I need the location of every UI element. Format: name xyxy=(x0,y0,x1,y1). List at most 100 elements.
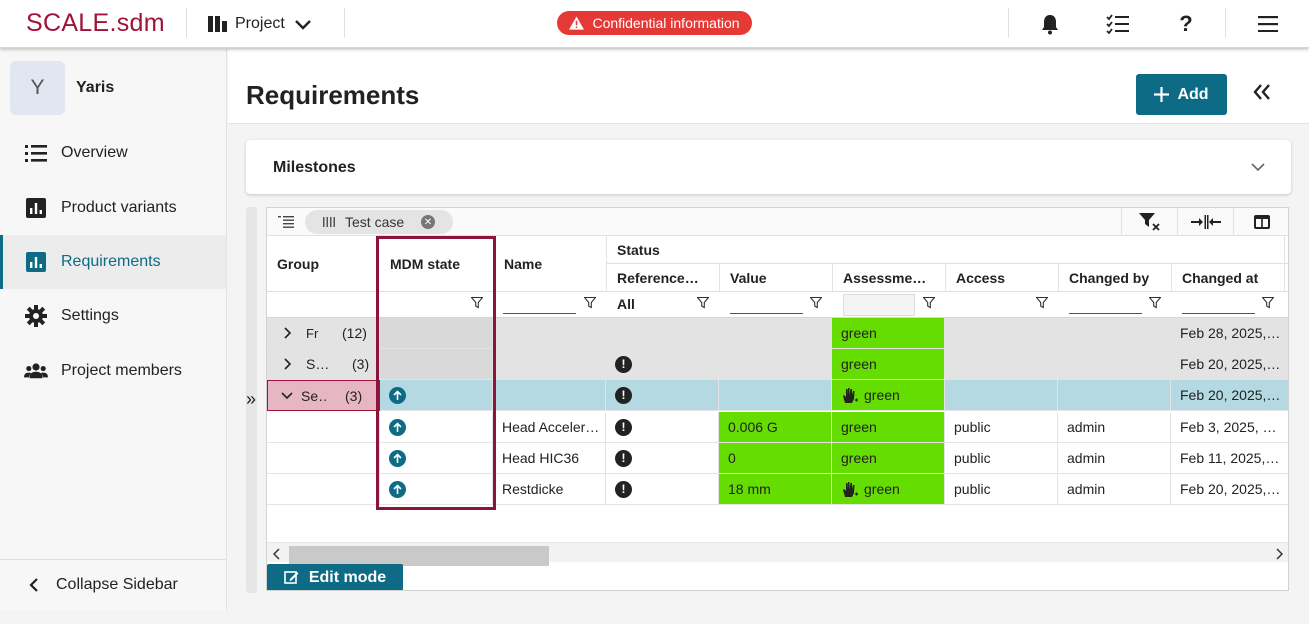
scrollbar-thumb[interactable] xyxy=(289,546,549,566)
assessment-label: green xyxy=(864,481,900,497)
collapse-panel-icon[interactable] xyxy=(1252,82,1272,102)
filter-icon[interactable] xyxy=(1036,297,1048,309)
access-cell: public xyxy=(945,412,1058,443)
filter-icon[interactable] xyxy=(923,297,935,309)
tasks-button[interactable] xyxy=(1105,11,1131,37)
assessment-cell: green xyxy=(832,380,945,411)
main-menu-button[interactable] xyxy=(1255,11,1281,37)
assessment-filter-select[interactable] xyxy=(843,294,915,316)
edit-mode-label: Edit mode xyxy=(308,568,387,586)
changed-by-cell: admin xyxy=(1058,443,1171,474)
sidebar-item-overview[interactable]: Overview xyxy=(0,126,226,180)
filter-icon[interactable] xyxy=(810,297,822,309)
bar-chart-icon xyxy=(24,196,48,220)
scroll-left-icon[interactable] xyxy=(273,548,281,560)
divider xyxy=(1008,8,1009,38)
value-filter-input[interactable] xyxy=(730,313,803,314)
changed-at-cell: Feb 3, 2025, … xyxy=(1171,412,1288,443)
column-header-value[interactable]: Value xyxy=(730,270,767,286)
autosize-columns-button[interactable] xyxy=(1177,208,1233,236)
add-button[interactable]: Add xyxy=(1136,74,1227,115)
collapse-sidebar-button[interactable]: Collapse Sidebar xyxy=(0,559,226,609)
sidebar-item-label: Project members xyxy=(61,362,182,379)
changed-at-cell: Feb 20, 2025,… xyxy=(1171,474,1288,505)
sidebar-item-product-variants[interactable]: Product variants xyxy=(0,181,226,235)
chevron-left-icon xyxy=(29,577,38,592)
filter-icon[interactable] xyxy=(1149,297,1161,309)
column-header-mdm-state[interactable]: MDM state xyxy=(390,256,460,272)
assessment-cell: green xyxy=(832,474,945,505)
changed-at-filter-input[interactable] xyxy=(1182,313,1255,314)
divider xyxy=(186,8,187,38)
exclamation-icon: ! xyxy=(615,449,632,467)
header-divider xyxy=(606,236,607,292)
mdm-state-cell xyxy=(380,318,493,349)
requirements-grid: Test case ✕ Group MDM state Name Status … xyxy=(266,207,1289,591)
gear-icon xyxy=(24,304,48,328)
divider xyxy=(1225,8,1226,38)
group-cell xyxy=(267,443,380,474)
filter-icon[interactable] xyxy=(1262,297,1274,309)
chevron-down-icon[interactable] xyxy=(281,391,293,401)
chevron-right-icon[interactable] xyxy=(282,327,292,339)
assessment-cell: green xyxy=(832,412,945,443)
sidebar-item-label: Overview xyxy=(61,144,128,161)
filter-icon[interactable] xyxy=(471,297,483,309)
column-header-changed-by[interactable]: Changed by xyxy=(1069,270,1149,286)
mdm-state-cell xyxy=(380,349,493,380)
header-divider xyxy=(1171,264,1172,292)
column-header-assessment[interactable]: Assessme… xyxy=(843,270,943,286)
menu-icon xyxy=(1258,16,1278,32)
horizontal-scrollbar[interactable] xyxy=(267,542,1288,566)
header-divider xyxy=(493,236,494,292)
group-cell: S… (3) xyxy=(267,349,380,380)
mdm-state-cell xyxy=(380,380,493,411)
column-header-group[interactable]: Group xyxy=(277,256,319,272)
sidebar-item-requirements[interactable]: Requirements xyxy=(0,235,226,289)
sidebar-item-project-members[interactable]: Project members xyxy=(0,344,226,398)
chevron-right-icon[interactable] xyxy=(282,358,292,370)
expand-panel-icon[interactable]: » xyxy=(246,389,256,410)
remove-chip-icon[interactable]: ✕ xyxy=(421,215,435,229)
sidebar-item-settings[interactable]: Settings xyxy=(0,289,226,343)
sidebar: Y Yaris Overview Product variants Requir… xyxy=(0,49,227,610)
reference-cell: ! xyxy=(606,474,719,505)
top-bar: SCALE.sdm Project Confidential informati… xyxy=(0,0,1309,48)
group-label: Se… xyxy=(301,387,327,404)
value-cell: 0 xyxy=(719,443,832,474)
clear-filters-button[interactable] xyxy=(1121,208,1177,236)
name-cell xyxy=(493,349,606,380)
assessment-cell: green xyxy=(832,349,945,380)
column-header-changed-at[interactable]: Changed at xyxy=(1182,270,1258,286)
changed-by-filter-input[interactable] xyxy=(1069,313,1142,314)
notifications-button[interactable] xyxy=(1037,11,1063,37)
confidential-label: Confidential information xyxy=(592,15,740,31)
app-logo[interactable]: SCALE.sdm xyxy=(26,9,165,38)
warning-icon xyxy=(569,16,585,30)
reference-filter-select[interactable]: All xyxy=(617,296,635,312)
help-button[interactable]: ? xyxy=(1173,11,1199,37)
column-header-access[interactable]: Access xyxy=(956,270,1005,286)
group-panel-icon[interactable] xyxy=(278,216,294,228)
milestones-panel[interactable]: Milestones xyxy=(246,140,1291,194)
filter-icon[interactable] xyxy=(697,297,709,309)
reference-cell: ! xyxy=(606,380,719,411)
changed-by-cell xyxy=(1058,318,1171,349)
filter-icon[interactable] xyxy=(584,297,596,309)
scroll-right-icon[interactable] xyxy=(1275,548,1283,560)
name-filter-input[interactable] xyxy=(503,313,576,314)
group-cell: Fr (12) xyxy=(267,318,380,349)
column-header-name[interactable]: Name xyxy=(504,256,542,272)
header-divider xyxy=(832,264,833,292)
column-chooser-button[interactable] xyxy=(1233,208,1288,236)
group-chip-test-case[interactable]: Test case ✕ xyxy=(305,210,453,234)
chevron-down-icon xyxy=(1251,163,1265,172)
edit-mode-button[interactable]: Edit mode xyxy=(267,564,403,590)
confidential-badge: Confidential information xyxy=(557,11,752,35)
project-menu-button[interactable]: Project xyxy=(208,12,313,36)
list-icon xyxy=(24,141,48,165)
column-header-reference[interactable]: Reference… xyxy=(617,270,717,286)
arrow-up-circle-icon xyxy=(389,449,406,467)
reference-cell: ! xyxy=(606,349,719,380)
reference-cell: ! xyxy=(606,412,719,443)
